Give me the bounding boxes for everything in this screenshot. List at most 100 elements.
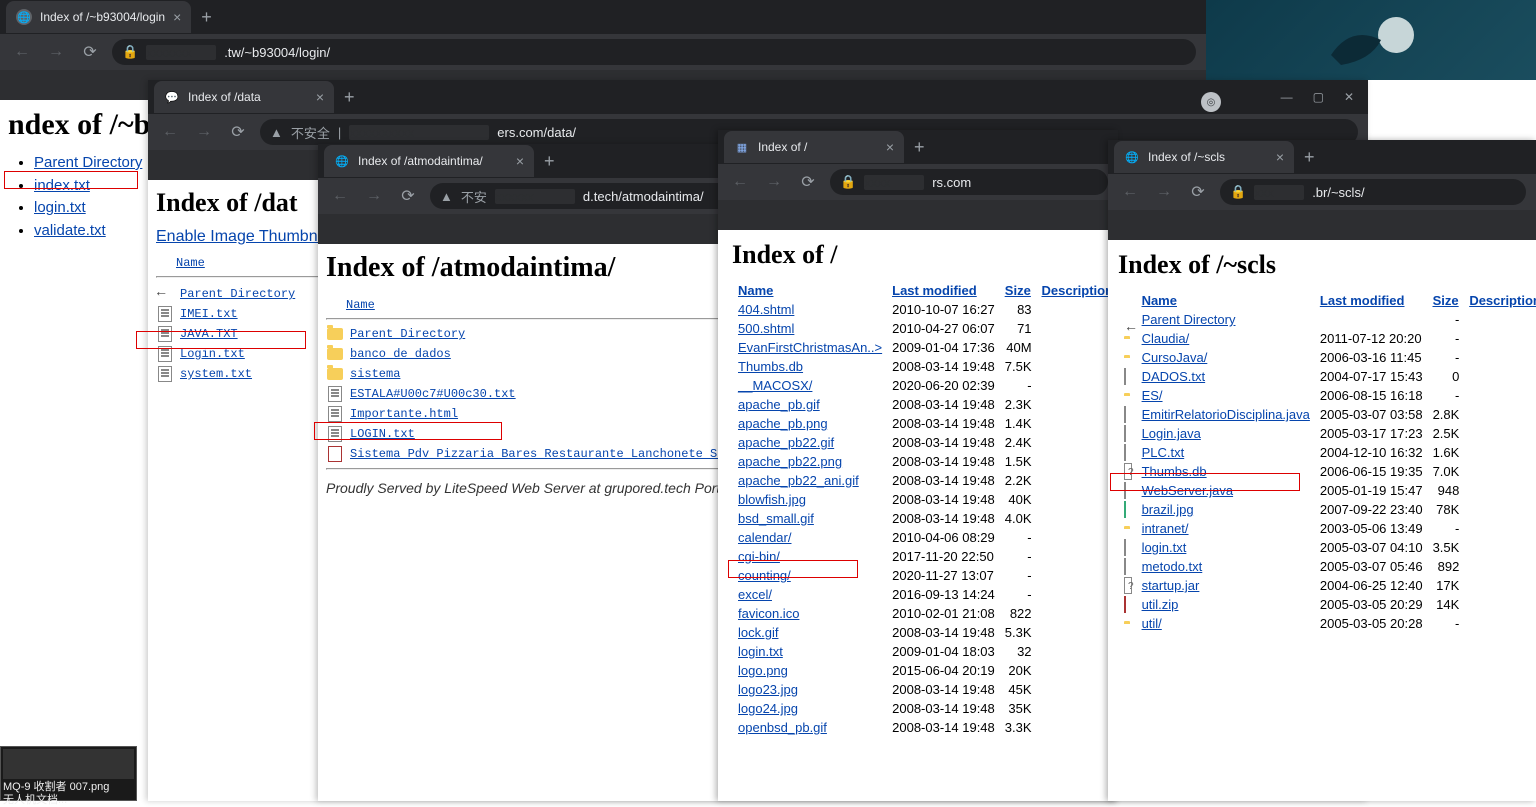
file-link[interactable]: DADOS.txt — [1142, 369, 1206, 384]
file-link[interactable]: Parent Directory — [1142, 312, 1236, 327]
file-link[interactable]: logo24.jpg — [738, 701, 798, 716]
file-link[interactable]: apache_pb.gif — [738, 397, 820, 412]
url-input[interactable]: 🔒 xxx .br/~scls/ — [1220, 179, 1526, 205]
file-link[interactable]: cgi-bin/ — [738, 549, 780, 564]
file-link[interactable]: WebServer.java — [1142, 483, 1234, 498]
file-link[interactable]: banco de dados — [350, 347, 451, 361]
file-link[interactable]: IMEI.txt — [180, 307, 238, 321]
column-header[interactable]: Size — [1433, 293, 1459, 308]
file-link[interactable]: 404.shtml — [738, 302, 794, 317]
enable-thumbnails-link[interactable]: Enable Image Thumbnails — [156, 228, 342, 245]
file-link[interactable]: apache_pb.png — [738, 416, 828, 431]
close-icon[interactable]: × — [173, 9, 181, 25]
list-item[interactable]: login.txt — [34, 199, 86, 216]
file-link[interactable]: login.txt — [738, 644, 783, 659]
file-link[interactable]: 500.shtml — [738, 321, 794, 336]
url-input[interactable]: 🔒 xxxx rs.com — [830, 169, 1108, 195]
file-link[interactable]: util.zip — [1142, 597, 1179, 612]
close-icon[interactable]: × — [886, 139, 894, 155]
name-header[interactable]: Name — [176, 256, 205, 270]
new-tab-button[interactable]: + — [1294, 147, 1325, 168]
file-link[interactable]: Parent Directory — [180, 287, 295, 301]
forward-button[interactable]: → — [44, 40, 68, 64]
file-link[interactable]: brazil.jpg — [1142, 502, 1194, 517]
file-link[interactable]: apache_pb22_ani.gif — [738, 473, 859, 488]
file-link[interactable]: sistema — [350, 367, 400, 381]
back-button[interactable]: ← — [158, 120, 182, 144]
file-link[interactable]: util/ — [1142, 616, 1162, 631]
list-item[interactable]: Parent Directory — [34, 154, 142, 171]
tab-active[interactable]: ▦ Index of / × — [724, 131, 904, 163]
file-link[interactable]: bsd_small.gif — [738, 511, 814, 526]
file-link[interactable]: Login.java — [1142, 426, 1201, 441]
file-link[interactable]: ES/ — [1142, 388, 1163, 403]
tab-active[interactable]: 💬 Index of /data × — [154, 81, 334, 113]
back-button[interactable]: ← — [10, 40, 34, 64]
file-link[interactable]: intranet/ — [1142, 521, 1189, 536]
reload-button[interactable]: ⟳ — [1186, 180, 1210, 204]
forward-button[interactable]: → — [1152, 180, 1176, 204]
file-link[interactable]: apache_pb22.png — [738, 454, 842, 469]
back-button[interactable]: ← — [328, 184, 352, 208]
close-window-button[interactable]: ✕ — [1344, 90, 1354, 104]
file-link[interactable]: Login.txt — [180, 347, 245, 361]
file-link[interactable]: system.txt — [180, 367, 252, 381]
column-header[interactable]: Description — [1469, 293, 1536, 308]
file-link[interactable]: ESTALA#U00c7#U00c30.txt — [350, 387, 516, 401]
file-link[interactable]: logo.png — [738, 663, 788, 678]
name-header[interactable]: Name — [346, 298, 375, 312]
column-header[interactable]: Description — [1042, 283, 1114, 298]
column-header[interactable]: Last modified — [1320, 293, 1405, 308]
file-link[interactable]: metodo.txt — [1142, 559, 1203, 574]
reload-button[interactable]: ⟳ — [226, 120, 250, 144]
list-item[interactable]: validate.txt — [34, 222, 106, 239]
list-item[interactable]: index.txt — [34, 177, 90, 194]
taskbar-thumbnail[interactable]: MQ-9 收割者 007.png 无人机文档... — [0, 746, 137, 801]
reload-button[interactable]: ⟳ — [396, 184, 420, 208]
tab-active[interactable]: 🌐 Index of /atmodaintima/ × — [324, 145, 534, 177]
file-link[interactable]: counting/ — [738, 568, 791, 583]
reload-button[interactable]: ⟳ — [796, 170, 820, 194]
column-header[interactable]: Size — [1005, 283, 1031, 298]
max-button[interactable]: ▢ — [1313, 90, 1324, 104]
file-link[interactable]: PLC.txt — [1142, 445, 1185, 460]
file-link[interactable]: excel/ — [738, 587, 772, 602]
min-button[interactable]: — — [1281, 90, 1293, 104]
column-header[interactable]: Name — [738, 283, 773, 298]
file-link[interactable]: EmitirRelatorioDisciplina.java — [1142, 407, 1310, 422]
file-link[interactable]: lock.gif — [738, 625, 778, 640]
file-link[interactable]: Thumbs.db — [1142, 464, 1207, 479]
file-link[interactable]: EvanFirstChristmasAn..> — [738, 340, 882, 355]
reload-button[interactable]: ⟳ — [78, 40, 102, 64]
column-header[interactable]: Name — [1142, 293, 1177, 308]
column-header[interactable]: Last modified — [892, 283, 977, 298]
file-link[interactable]: Parent Directory — [350, 327, 465, 341]
file-link[interactable]: CursoJava/ — [1142, 350, 1208, 365]
file-link[interactable]: __MACOSX/ — [738, 378, 812, 393]
file-link[interactable]: calendar/ — [738, 530, 791, 545]
file-link[interactable]: startup.jar — [1142, 578, 1200, 593]
forward-button[interactable]: → — [192, 120, 216, 144]
forward-button[interactable]: → — [762, 170, 786, 194]
file-link[interactable]: login.txt — [1142, 540, 1187, 555]
file-link[interactable]: Importante.html — [350, 407, 458, 421]
file-link[interactable]: LOGIN.txt — [350, 427, 415, 441]
file-link[interactable]: JAVA.TXT — [180, 327, 238, 341]
close-icon[interactable]: × — [316, 89, 324, 105]
profile-badge[interactable]: ◎ — [1201, 92, 1221, 112]
file-link[interactable]: favicon.ico — [738, 606, 799, 621]
forward-button[interactable]: → — [362, 184, 386, 208]
file-link[interactable]: apache_pb22.gif — [738, 435, 834, 450]
close-icon[interactable]: × — [516, 153, 524, 169]
file-link[interactable]: Thumbs.db — [738, 359, 803, 374]
file-link[interactable]: Claudia/ — [1142, 331, 1190, 346]
back-button[interactable]: ← — [728, 170, 752, 194]
tab-active[interactable]: 🌐 Index of /~b93004/login × — [6, 1, 191, 33]
close-icon[interactable]: × — [1276, 149, 1284, 165]
new-tab-button[interactable]: + — [534, 151, 565, 172]
new-tab-button[interactable]: + — [191, 7, 222, 28]
file-link[interactable]: blowfish.jpg — [738, 492, 806, 507]
new-tab-button[interactable]: + — [334, 87, 365, 108]
url-input[interactable]: 🔒 xxxxxxx .tw/~b93004/login/ — [112, 39, 1196, 65]
new-tab-button[interactable]: + — [904, 137, 935, 158]
